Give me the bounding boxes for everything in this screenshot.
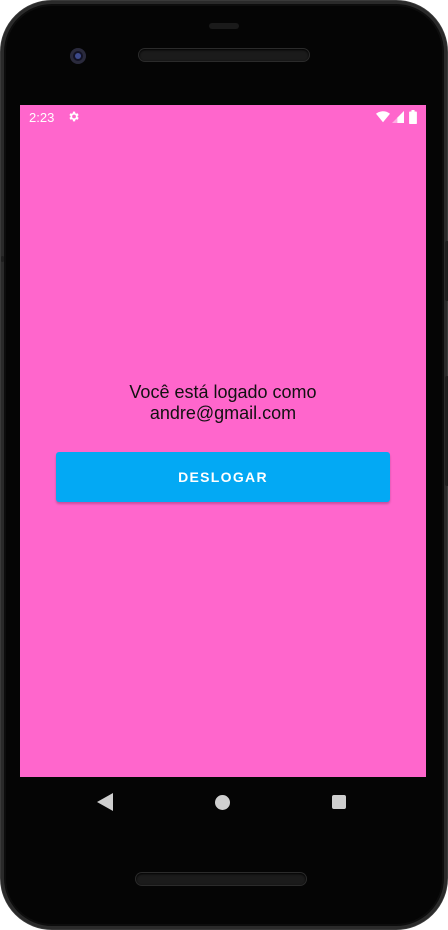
app-screen: 2:23 Você está logado como andre@gmail.c… bbox=[20, 105, 426, 777]
device-frame: 2:23 Você está logado como andre@gmail.c… bbox=[0, 0, 448, 930]
cell-signal-icon bbox=[392, 111, 404, 123]
side-edge bbox=[1, 256, 4, 262]
top-speaker-grille bbox=[139, 49, 309, 61]
logged-in-label: Você está logado como andre@gmail.com bbox=[129, 382, 317, 423]
home-icon[interactable] bbox=[215, 795, 230, 810]
earpiece-slot bbox=[209, 23, 239, 29]
settings-gear-icon bbox=[69, 111, 79, 122]
battery-icon bbox=[409, 110, 417, 124]
logout-button[interactable]: DESLOGAR bbox=[56, 452, 390, 502]
status-bar: 2:23 bbox=[20, 105, 426, 129]
back-icon[interactable] bbox=[97, 793, 113, 811]
status-time: 2:23 bbox=[29, 110, 55, 125]
recent-apps-icon[interactable] bbox=[332, 795, 346, 809]
logged-in-message: Você está logado como andre@gmail.com bbox=[20, 382, 426, 424]
front-camera bbox=[70, 48, 86, 64]
bottom-speaker-grille bbox=[136, 873, 306, 885]
wifi-icon bbox=[376, 111, 390, 123]
